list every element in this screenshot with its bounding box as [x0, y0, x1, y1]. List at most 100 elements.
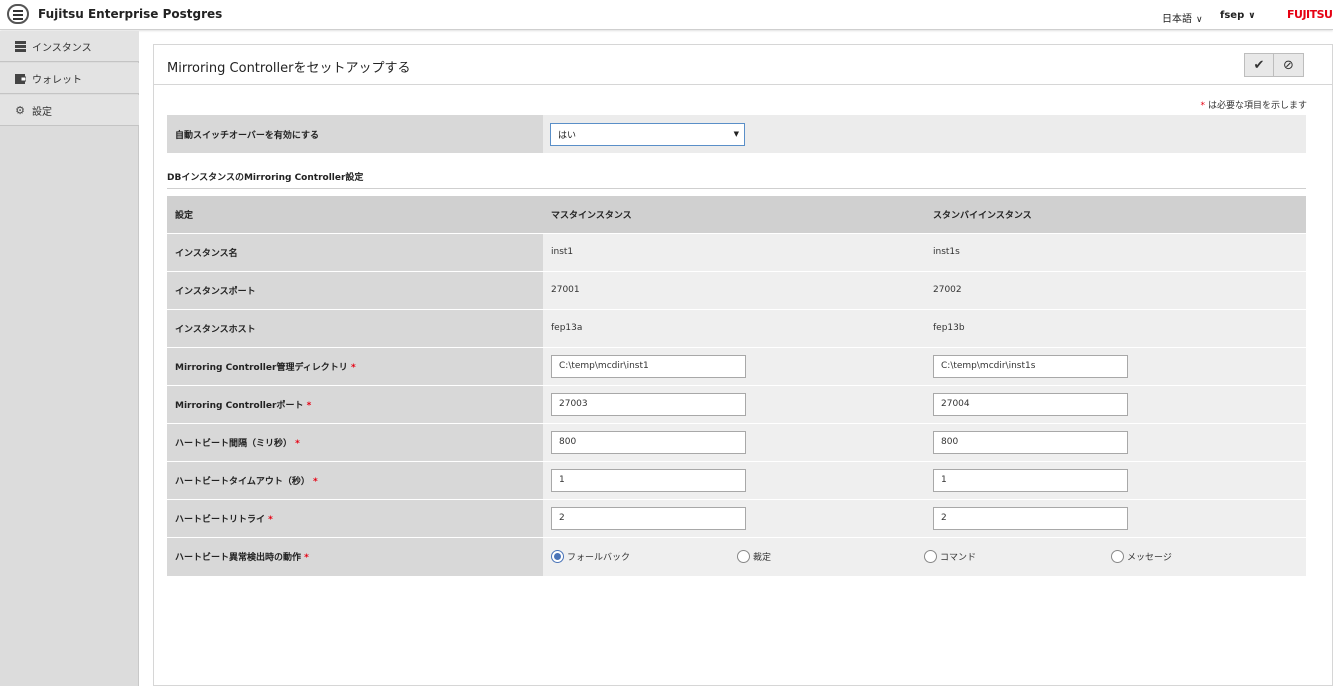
cancel-button[interactable]: ⊘	[1274, 53, 1304, 77]
row-label: ハートビート異常検出時の動作 *	[167, 537, 543, 577]
table-row: インスタンスホスト fep13a fep13b	[167, 309, 1306, 348]
checkmark-icon: ✔	[1253, 57, 1265, 73]
row-label: インスタンス名	[167, 233, 543, 272]
row-label-text: ハートビート異常検出時の動作	[175, 553, 302, 563]
auto-switchover-row: 自動スイッチオーバーを有効にする はい ▼	[167, 115, 1306, 153]
language-selector[interactable]: 日本語 ∨	[1162, 10, 1203, 25]
sidebar: インスタンス ウォレット ⚙ 設定	[0, 31, 139, 686]
table-row: ハートビート異常検出時の動作 * フォールバック 裁定 コマンド メッセージ	[167, 537, 1306, 577]
radio-label: コマンド	[940, 552, 977, 563]
standby-hb-timeout-input[interactable]: 1	[933, 468, 1128, 492]
column-header: 設定	[167, 196, 543, 234]
row-label-text: ハートビートタイムアウト（秒）	[175, 476, 310, 487]
column-header: マスタインスタンス	[543, 196, 925, 234]
select-value: はい	[558, 131, 577, 141]
master-mc-dir-input[interactable]: C:\temp\mcdir\inst1	[551, 354, 746, 378]
auto-switchover-select[interactable]: はい ▼	[550, 123, 745, 146]
standby-value: fep13b	[925, 309, 1306, 348]
radio-label: 裁定	[753, 552, 772, 563]
cancel-icon: ⊘	[1283, 57, 1294, 73]
row-label: Mirroring Controllerポート *	[167, 385, 543, 424]
auto-switchover-label: 自動スイッチオーバーを有効にする	[167, 115, 543, 153]
standby-mc-dir-input[interactable]: C:\temp\mcdir\inst1s	[933, 354, 1128, 378]
table-header-row: 設定 マスタインスタンス スタンバイインスタンス	[167, 196, 1306, 234]
required-star: *	[268, 514, 273, 525]
row-label: ハートビートタイムアウト（秒） *	[167, 461, 543, 500]
required-star: *	[304, 553, 309, 563]
row-label: Mirroring Controller管理ディレクトリ *	[167, 347, 543, 386]
radio-unselected-icon	[924, 549, 937, 563]
sidebar-item-label: 設定	[32, 106, 52, 118]
table-row: Mirroring Controller管理ディレクトリ * C:\temp\m…	[167, 347, 1306, 386]
required-star: *	[1200, 101, 1205, 111]
table-row: インスタンスポート 27001 27002	[167, 271, 1306, 310]
row-label: ハートビート間隔（ミリ秒） *	[167, 423, 543, 462]
chevron-down-icon: ∨	[1248, 11, 1256, 21]
master-hb-interval-input[interactable]: 800	[551, 430, 746, 454]
wallet-icon	[14, 72, 26, 84]
fujitsu-logo: FUJITSU	[1287, 8, 1333, 21]
column-header: スタンバイインスタンス	[925, 196, 1306, 234]
row-label: インスタンスポート	[167, 271, 543, 310]
required-star: *	[350, 362, 356, 373]
radio-unselected-icon	[737, 549, 750, 563]
radio-selected-icon	[551, 549, 564, 563]
gear-icon: ⚙	[15, 103, 25, 117]
standby-mc-port-input[interactable]: 27004	[933, 392, 1128, 416]
master-hb-timeout-input[interactable]: 1	[551, 468, 746, 492]
sidebar-item-instance[interactable]: インスタンス	[0, 31, 139, 62]
radio-arbitration[interactable]: 裁定	[737, 549, 772, 563]
dropdown-arrow-icon: ▼	[733, 130, 739, 138]
database-icon	[14, 40, 26, 52]
row-label-text: ハートビート間隔（ミリ秒）	[175, 438, 293, 449]
radio-fallback[interactable]: フォールバック	[551, 549, 630, 563]
radio-unselected-icon	[1111, 549, 1124, 563]
sidebar-item-settings[interactable]: ⚙ 設定	[0, 95, 139, 126]
user-menu[interactable]: fsep ∨	[1220, 10, 1256, 21]
master-value: inst1	[543, 233, 925, 272]
hb-action-radio-group: フォールバック 裁定 コマンド メッセージ	[543, 537, 1306, 577]
setup-panel: Mirroring Controllerをセットアップする ✔ ⊘ * は必要な項…	[153, 44, 1333, 686]
settings-table: 設定 マスタインスタンス スタンバイインスタンス インスタンス名 inst1 i…	[167, 196, 1306, 577]
master-hb-retry-input[interactable]: 2	[551, 506, 746, 530]
required-star: *	[306, 400, 312, 411]
table-row: Mirroring Controllerポート * 27003 27004	[167, 385, 1306, 424]
row-label-text: Mirroring Controller管理ディレクトリ	[175, 362, 348, 373]
row-label: インスタンスホスト	[167, 309, 543, 348]
chevron-down-icon: ∨	[1196, 15, 1203, 25]
sidebar-item-label: インスタンス	[32, 42, 92, 54]
top-bar: Fujitsu Enterprise Postgres 日本語 ∨ fsep ∨ F…	[0, 0, 1333, 30]
hamburger-menu-icon[interactable]	[7, 4, 29, 24]
standby-hb-retry-input[interactable]: 2	[933, 506, 1128, 530]
row-label-text: Mirroring Controllerポート	[175, 400, 304, 411]
master-value: 27001	[543, 271, 925, 310]
table-row: ハートビート間隔（ミリ秒） * 800 800	[167, 423, 1306, 462]
page-title: Mirroring Controllerをセットアップする	[167, 61, 411, 76]
table-row: ハートビートタイムアウト（秒） * 1 1	[167, 461, 1306, 500]
table-row: インスタンス名 inst1 inst1s	[167, 233, 1306, 272]
user-name: fsep	[1220, 10, 1245, 21]
row-label: ハートビートリトライ *	[167, 499, 543, 538]
master-value: fep13a	[543, 309, 925, 348]
radio-command[interactable]: コマンド	[924, 549, 977, 563]
required-note-text: は必要な項目を示します	[1207, 101, 1307, 111]
section-divider	[167, 188, 1306, 189]
required-star: *	[312, 476, 318, 487]
radio-message[interactable]: メッセージ	[1111, 549, 1172, 563]
table-row: ハートビートリトライ * 2 2	[167, 499, 1306, 538]
standby-value: inst1s	[925, 233, 1306, 272]
app-title: Fujitsu Enterprise Postgres	[38, 7, 223, 21]
sidebar-item-wallet[interactable]: ウォレット	[0, 63, 139, 94]
confirm-button[interactable]: ✔	[1244, 53, 1274, 77]
section-title: DBインスタンスのMirroring Controller設定	[167, 173, 364, 183]
required-note: * は必要な項目を示します	[1200, 98, 1307, 111]
standby-hb-interval-input[interactable]: 800	[933, 430, 1128, 454]
radio-label: メッセージ	[1127, 552, 1172, 563]
required-star: *	[295, 438, 300, 449]
panel-header: Mirroring Controllerをセットアップする ✔ ⊘	[154, 45, 1332, 85]
master-mc-port-input[interactable]: 27003	[551, 392, 746, 416]
language-label: 日本語	[1162, 14, 1192, 25]
sidebar-item-label: ウォレット	[32, 74, 82, 86]
row-label-text: ハートビートリトライ	[175, 514, 266, 525]
standby-value: 27002	[925, 271, 1306, 310]
